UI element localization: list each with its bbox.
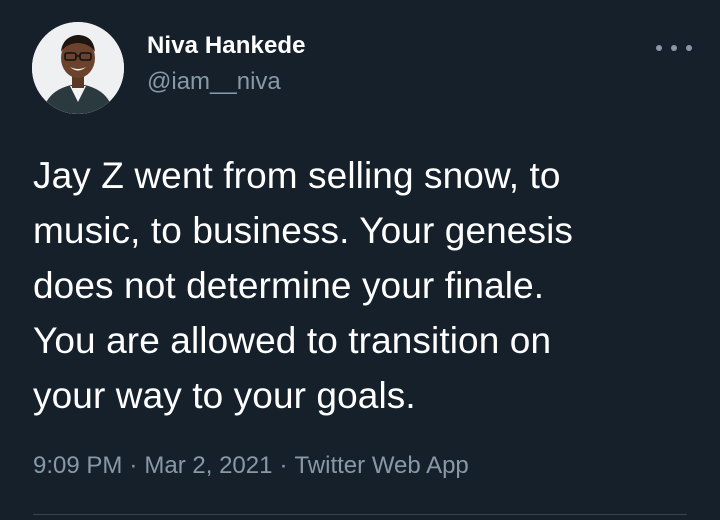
tweet-text-line: You are allowed to transition on xyxy=(33,320,552,361)
meta-separator: · xyxy=(279,452,288,479)
tweet-metadata: 9:09 PM · Mar 2, 2021 · Twitter Web App xyxy=(33,450,469,482)
tweet-text: Jay Z went from selling snow, to music, … xyxy=(33,148,693,423)
tweet-date[interactable]: Mar 2, 2021 xyxy=(144,452,272,479)
tweet-card: Niva Hankede @iam__niva Jay Z went from … xyxy=(0,0,720,520)
avatar[interactable] xyxy=(32,22,124,114)
user-handle[interactable]: @iam__niva xyxy=(147,66,306,98)
tweet-text-line: music, to business. Your genesis xyxy=(33,210,574,251)
profile-photo-icon xyxy=(32,22,124,114)
display-name[interactable]: Niva Hankede xyxy=(147,30,306,62)
more-horizontal-icon xyxy=(656,45,662,51)
more-options-button[interactable] xyxy=(656,36,692,60)
meta-separator: · xyxy=(129,452,138,479)
author-info: Niva Hankede @iam__niva xyxy=(147,30,306,98)
divider xyxy=(33,514,687,515)
more-horizontal-icon-dot xyxy=(686,45,692,51)
tweet-text-line: does not determine your finale. xyxy=(33,265,545,306)
tweet-text-line: your way to your goals. xyxy=(33,375,416,416)
more-horizontal-icon-dot xyxy=(671,45,677,51)
tweet-text-line: Jay Z went from selling snow, to xyxy=(33,155,561,196)
tweet-source-link[interactable]: Twitter Web App xyxy=(294,452,468,479)
tweet-time[interactable]: 9:09 PM xyxy=(33,452,122,479)
